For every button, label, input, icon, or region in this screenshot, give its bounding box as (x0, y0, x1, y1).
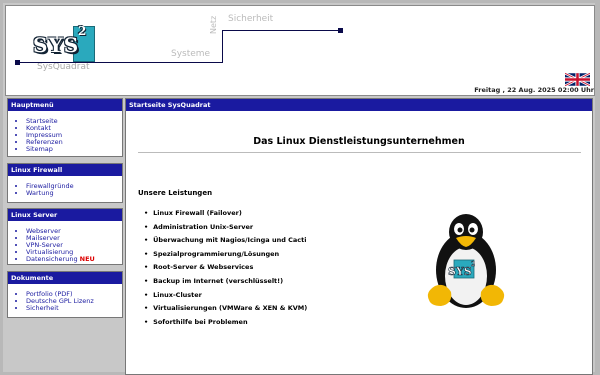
date-display: Freitag , 22 Aug. 2025 02:00 Uhr (474, 86, 594, 94)
new-badge: NEU (79, 255, 95, 263)
list-item: Spezialprogrammierung/Lösungen (144, 250, 307, 264)
header-line (222, 30, 340, 31)
header-node (338, 28, 343, 33)
list-item: Linux Firewall (Failover) (144, 209, 307, 223)
divider (138, 152, 581, 153)
header: SYS 2 SysQuadrat Sicherheit Systeme Netz (5, 5, 595, 96)
list-item: Virtualisierungen (VMWare & XEN & KVM) (144, 304, 307, 318)
panel-title: Linux Server (8, 209, 122, 221)
tux-logo-sup: 2 (471, 261, 475, 268)
panel-linux-server: Linux Server Webserver Mailserver VPN-Se… (7, 208, 123, 265)
page-heading: Das Linux Dienstleistungsunternehmen (253, 136, 465, 147)
menu-item-sitemap[interactable]: Sitemap (26, 146, 122, 153)
panel-linux-firewall: Linux Firewall Firewallgründe Wartung (7, 163, 123, 203)
tux-penguin-icon: SYS 2 (427, 214, 505, 308)
list-item: Linux-Cluster (144, 291, 307, 305)
panel-dokumente: Dokumente Portfolio (PDF) Deutsche GPL L… (7, 271, 123, 318)
panel-title: Dokumente (8, 272, 122, 284)
services-heading: Unsere Leistungen (138, 189, 213, 197)
word-netz: Netz (209, 15, 218, 34)
logo[interactable]: SYS (33, 33, 79, 57)
word-systeme: Systeme (171, 49, 211, 59)
logo-superscript: 2 (78, 24, 87, 38)
list-item: Backup im Internet (verschlüsselt!) (144, 277, 307, 291)
header-line (17, 62, 222, 63)
list-item: Administration Unix-Server (144, 223, 307, 237)
list-item: Root-Server & Webservices (144, 263, 307, 277)
list-item: Überwachung mit Nagios/Icinga und Cacti (144, 236, 307, 250)
main-title: Startseite SysQuadrat (126, 99, 592, 111)
header-node (15, 60, 20, 65)
services-list: Linux Firewall (Failover) Administration… (144, 209, 307, 331)
panel-title: Hauptmenü (8, 99, 122, 111)
panel-title: Linux Firewall (8, 164, 122, 176)
header-line (222, 30, 223, 63)
menu-item-datensicherung[interactable]: Datensicherung NEU (26, 256, 122, 263)
menu-item-sicherheit[interactable]: Sicherheit (26, 305, 122, 312)
word-sicherheit: Sicherheit (228, 14, 274, 24)
list-item: Soforthilfe bei Problemen (144, 318, 307, 332)
main-content: Startseite SysQuadrat Das Linux Dienstle… (125, 98, 593, 375)
menu-item-wartung[interactable]: Wartung (26, 190, 122, 197)
uk-flag-icon[interactable] (565, 72, 590, 87)
panel-hauptmenu: Hauptmenü Startseite Kontakt Impressum R… (7, 98, 123, 157)
tux-logo-text: SYS (448, 265, 472, 278)
brand-name: SysQuadrat (37, 62, 90, 72)
